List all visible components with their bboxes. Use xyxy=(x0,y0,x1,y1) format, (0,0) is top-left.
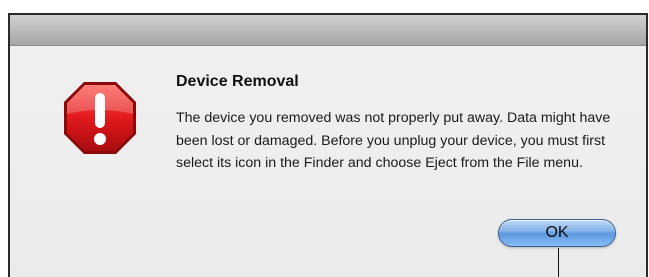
dialog-title: Device Removal xyxy=(176,73,299,90)
stop-alert-icon xyxy=(62,80,138,156)
window-titlebar[interactable] xyxy=(10,15,646,46)
alert-dialog: Device Removal The device you removed wa… xyxy=(8,13,648,277)
dialog-message: The device you removed was not properly … xyxy=(176,110,611,171)
callout-line xyxy=(558,248,559,277)
ok-button[interactable]: OK xyxy=(498,219,616,247)
